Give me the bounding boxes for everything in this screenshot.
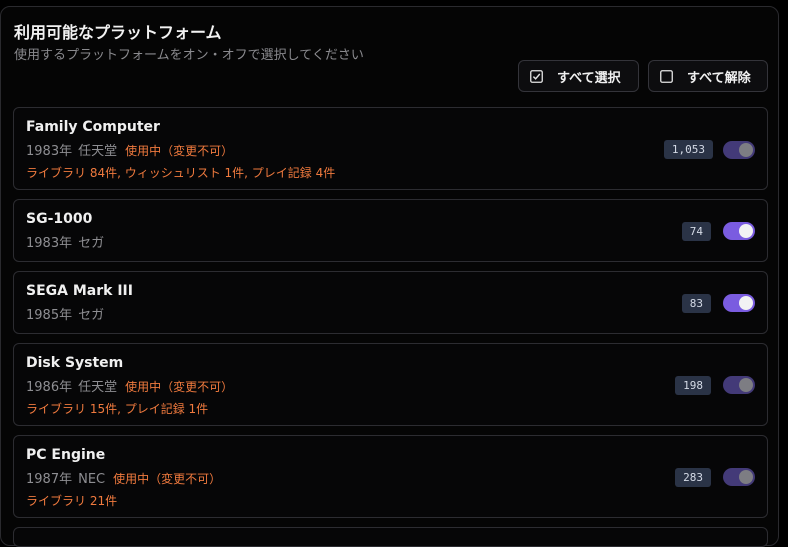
platform-year: 1983年 [26,144,73,159]
platform-maker: 任天堂 [78,144,118,159]
platform-name: SEGA Mark III [26,283,133,299]
in-use-label: 使用中（変更不可） [125,144,234,158]
game-count-badge: 83 [681,294,711,313]
usage-summary: ライブラリ 21件 [26,494,118,508]
platform-meta: 1983年 セガ [26,232,104,251]
toggle-knob [739,296,753,310]
platform-toggle[interactable] [723,294,755,312]
platform-year: 1985年 [26,308,73,323]
platform-card: SG-1000 1983年 セガ 74 [13,199,768,262]
game-count-badge: 198 [675,376,711,395]
in-use-label: 使用中（変更不可） [125,380,234,394]
platform-maker: セガ [78,308,105,323]
usage-summary: ライブラリ 15件, プレイ記録 1件 [26,402,209,416]
platform-name: Family Computer [26,119,160,135]
platform-maker: 任天堂 [78,380,118,395]
usage-summary: ライブラリ 84件, ウィッシュリスト 1件, プレイ記録 4件 [26,166,336,180]
platform-toggle[interactable] [723,376,755,394]
platform-card: Disk System 1986年 任天堂 使用中（変更不可） ライブラリ 15件,… [13,343,768,426]
platform-year: 1983年 [26,236,73,251]
platform-meta: 1985年 セガ [26,304,104,323]
deselect-all-button[interactable]: すべて解除 [648,60,768,92]
platform-toggle[interactable] [723,141,755,159]
platform-maker: セガ [78,236,105,251]
platform-meta: 1987年 NEC 使用中（変更不可） [26,468,221,487]
select-all-button[interactable]: すべて選択 [518,60,639,92]
panel-title: 利用可能なプラットフォーム [14,23,222,42]
game-count-badge: 74 [681,222,711,241]
game-count-badge: 283 [675,468,711,487]
platform-toggle[interactable] [723,468,755,486]
toggle-knob [739,378,753,392]
platform-name: Disk System [26,355,124,371]
platform-year: 1986年 [26,380,73,395]
platform-card: PC Engine 1987年 NEC 使用中（変更不可） ライブラリ 21件 28… [13,435,768,518]
deselect-all-label: すべて解除 [687,70,751,86]
platform-card [13,527,768,547]
platform-year: 1987年 [26,472,73,487]
in-use-label: 使用中（変更不可） [113,472,222,486]
platform-toggle[interactable] [723,222,755,240]
panel-subtitle: 使用するプラットフォームをオン・オフで選択してください [14,48,364,63]
platform-maker: NEC [78,472,106,487]
platform-name: PC Engine [26,447,106,463]
select-all-label: すべて選択 [557,70,621,86]
toggle-knob [739,470,753,484]
game-count-badge: 1,053 [663,140,713,159]
platform-name: SG-1000 [26,211,93,227]
platform-card: Family Computer 1983年 任天堂 使用中（変更不可） ライブラリ … [13,107,768,190]
checkbox-empty-icon [660,69,673,83]
toggle-knob [739,143,753,157]
platform-meta: 1983年 任天堂 使用中（変更不可） [26,140,233,159]
checkbox-checked-icon [530,69,543,83]
toggle-knob [739,224,753,238]
platform-meta: 1986年 任天堂 使用中（変更不可） [26,376,233,395]
platform-card: SEGA Mark III 1985年 セガ 83 [13,271,768,334]
